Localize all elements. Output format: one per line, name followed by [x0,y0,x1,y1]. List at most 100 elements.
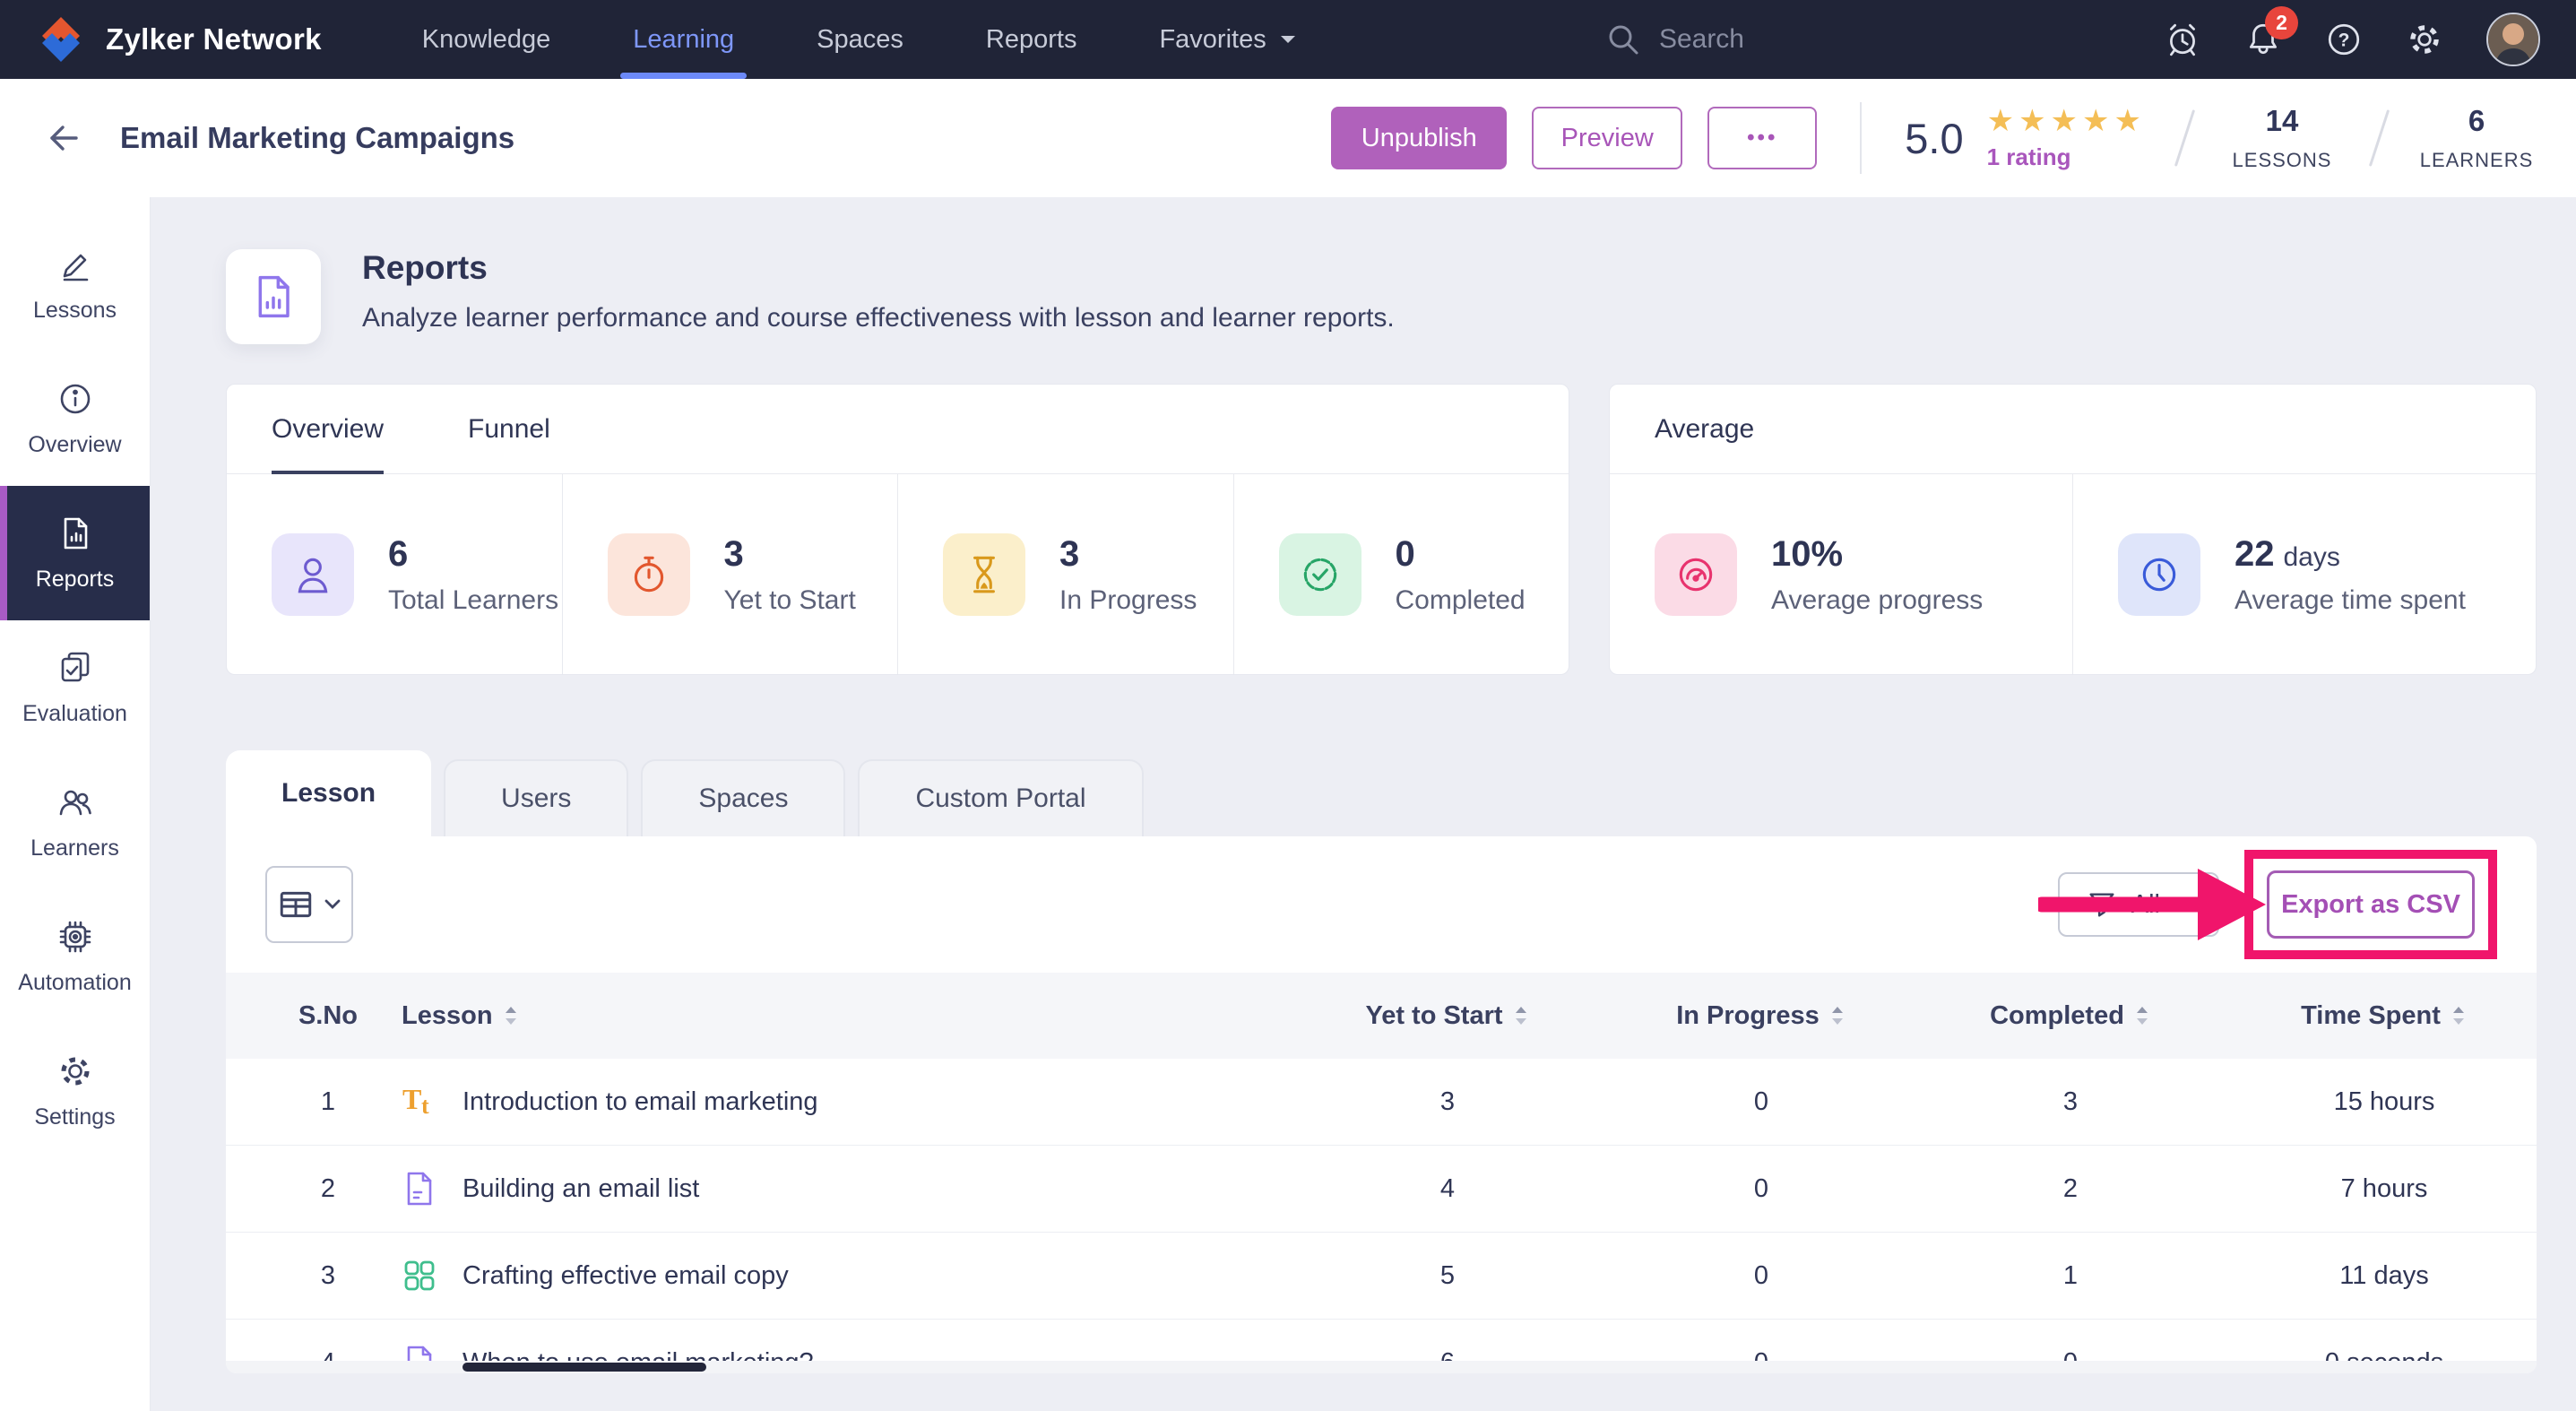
sidebar-item-label: Settings [34,1104,116,1130]
tab-users[interactable]: Users [444,759,629,836]
tab-funnel[interactable]: Funnel [468,385,550,473]
text-lesson-icon: T t [402,1084,437,1120]
sidebar-item-settings[interactable]: Settings [0,1024,150,1158]
rating-count-link[interactable]: 1 rating [1987,143,2146,171]
cell-completed: 2 [2062,1173,2079,1203]
report-document-icon [56,515,94,552]
cell-yet-to-start: 3 [1439,1086,1456,1116]
cell-in-progress: 0 [1753,1260,1769,1290]
gauge-icon [1655,533,1737,616]
column-selector-button[interactable] [265,866,353,943]
cell-yet-to-start: 5 [1439,1260,1456,1290]
sort-icon [505,1007,516,1025]
cell-sno: 3 [320,1260,336,1290]
annotation-highlight-box: Export as CSV [2244,850,2497,959]
sidebar-item-automation[interactable]: Automation [0,889,150,1024]
settings-gear-icon[interactable] [2406,21,2443,58]
brand[interactable]: Zylker Network [36,14,322,65]
divider [2368,109,2390,167]
stat-value: 0 [1395,533,1415,574]
lesson-link[interactable]: T t Introduction to email marketing [391,1084,1264,1120]
nav-right: Search 2 ? [1605,6,2540,66]
course-header: Email Marketing Campaigns Unpublish Prev… [0,79,2576,197]
cell-time-spent: 15 hours [2333,1086,2435,1116]
sidebar-item-learners[interactable]: Learners [0,755,150,889]
main-content: Reports Analyze learner performance and … [151,197,2576,1411]
user-avatar[interactable] [2486,13,2540,66]
nav-item-knowledge[interactable]: Knowledge [422,0,551,79]
table-row: 1 T t Introduction to email marketing 3 … [226,1059,2537,1146]
help-icon[interactable]: ? [2325,21,2363,58]
top-nav: Zylker Network Knowledge Learning Spaces… [0,0,2576,79]
notifications-icon[interactable]: 2 [2244,6,2298,58]
stat-total-learners: 6 Total Learners [227,474,563,674]
export-csv-button[interactable]: Export as CSV [2267,870,2475,939]
chip-gear-icon [56,918,94,956]
lessons-label: LESSONS [2232,149,2332,171]
brand-title: Zylker Network [106,22,322,56]
page-title: Email Marketing Campaigns [120,121,515,154]
stat-yet-to-start: 3 Yet to Start [563,474,898,674]
column-header-time-spent[interactable]: Time Spent [2250,1001,2519,1031]
lessons-count: 14 [2265,104,2299,137]
sidebar-item-label: Automation [18,969,132,995]
preview-button[interactable]: Preview [1532,107,1683,169]
sidebar-item-label: Learners [30,835,119,861]
nav-item-favorites[interactable]: Favorites [1159,0,1295,79]
sidebar-item-label: Reports [35,566,115,592]
cell-in-progress: 0 [1753,1086,1769,1116]
nav-item-favorites-label: Favorites [1159,24,1266,54]
column-header-sno[interactable]: S.No [265,1001,391,1031]
sidebar-item-overview[interactable]: Overview [0,351,150,486]
stat-average-progress: 10% Average progress [1610,474,2073,674]
column-header-yet-to-start[interactable]: Yet to Start [1264,1001,1631,1031]
stat-label: Yet to Start [723,584,856,615]
table-toolbar: All Export as CSV [226,836,2537,973]
flashcard-lesson-icon [402,1258,437,1294]
sidebar-item-label: Lessons [32,297,117,323]
column-header-in-progress[interactable]: In Progress [1631,1001,1891,1031]
hourglass-icon [943,533,1025,616]
horizontal-scrollbar-thumb[interactable] [462,1363,706,1372]
filter-button[interactable]: All [2057,872,2219,937]
cell-yet-to-start: 4 [1439,1173,1456,1203]
sort-icon [1831,1007,1843,1025]
notification-badge: 2 [2265,6,2298,39]
back-arrow-icon[interactable] [41,117,82,159]
nav-item-reports[interactable]: Reports [986,0,1077,79]
column-header-lesson[interactable]: Lesson [391,1001,1264,1031]
tab-overview[interactable]: Overview [272,385,385,474]
person-icon [272,533,354,616]
divider [1860,102,1863,174]
search-input[interactable]: Search [1605,22,1744,57]
course-header-actions: Unpublish Preview ••• 5.0 ★★★★★ 1 rating… [1331,102,2535,174]
more-options-button[interactable]: ••• [1707,107,1818,169]
cell-sno: 2 [320,1173,336,1203]
sidebar-item-reports[interactable]: Reports [0,486,150,620]
unpublish-button[interactable]: Unpublish [1331,107,1508,169]
table-row: 2 Building an email list 4 0 2 7 hours [226,1146,2537,1233]
clock-icon [2118,533,2200,616]
nav-item-learning[interactable]: Learning [620,0,748,79]
info-icon [56,380,94,418]
tab-lesson[interactable]: Lesson [226,750,432,836]
column-header-completed[interactable]: Completed [1891,1001,2250,1031]
stat-value: 3 [723,533,744,574]
stat-label: Average time spent [2235,584,2466,615]
sidebar-item-lessons[interactable]: Lessons [0,217,150,351]
lesson-link[interactable]: Crafting effective email copy [391,1258,1264,1294]
tab-spaces[interactable]: Spaces [641,759,846,836]
divider [2174,109,2196,167]
reminders-icon[interactable] [2164,21,2201,58]
nav-item-spaces[interactable]: Spaces [817,0,903,79]
tab-custom-portal[interactable]: Custom Portal [858,759,1144,836]
sidebar-item-evaluation[interactable]: Evaluation [0,620,150,755]
nav-menu: Knowledge Learning Spaces Reports Favori… [422,0,1295,79]
stat-value: 3 [1059,533,1080,574]
lesson-link[interactable]: Building an email list [391,1171,1264,1207]
stat-completed: 0 Completed [1234,474,1569,674]
cell-sno: 1 [320,1086,336,1116]
report-tabs: Lesson Users Spaces Custom Portal [226,750,2537,836]
table-header: S.No Lesson Yet to Start In Progress Com… [226,973,2537,1059]
svg-text:?: ? [2338,30,2350,50]
